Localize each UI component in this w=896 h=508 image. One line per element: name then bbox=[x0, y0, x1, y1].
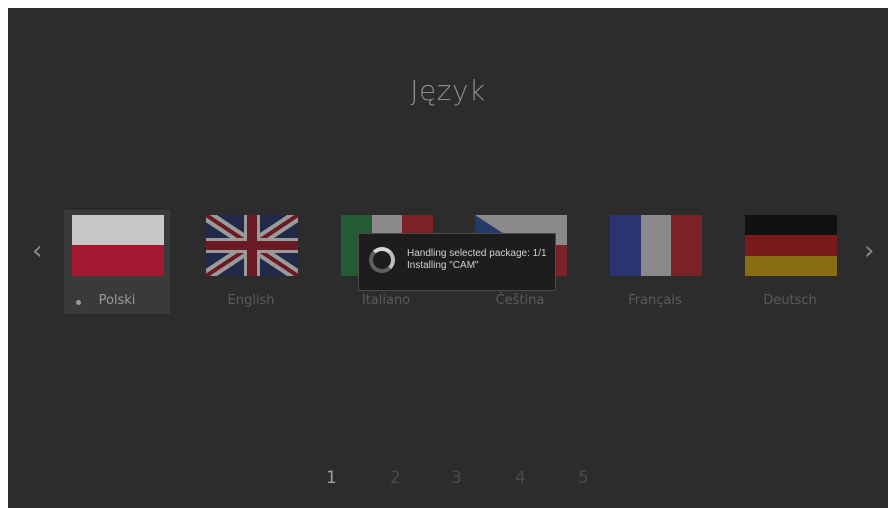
language-label: Deutsch bbox=[763, 293, 817, 308]
language-option-deutsch[interactable]: Deutsch bbox=[737, 210, 843, 314]
united-kingdom-flag-icon bbox=[206, 215, 298, 276]
loading-spinner-icon bbox=[369, 247, 395, 273]
page-title: Język bbox=[410, 74, 486, 107]
dialog-status-line: Handling selected package: 1/1 bbox=[407, 248, 547, 259]
language-label: Français bbox=[628, 293, 682, 308]
france-flag-icon bbox=[610, 215, 702, 276]
germany-flag-icon bbox=[745, 215, 837, 276]
language-option-francais[interactable]: Français bbox=[602, 210, 708, 314]
page-4[interactable]: 4 bbox=[515, 468, 526, 488]
page-2[interactable]: 2 bbox=[390, 468, 401, 488]
chevron-right-icon[interactable]: › bbox=[864, 238, 874, 264]
language-option-english[interactable]: English bbox=[198, 210, 304, 314]
chevron-left-icon[interactable]: ‹ bbox=[32, 238, 42, 264]
page-3[interactable]: 3 bbox=[451, 468, 462, 488]
install-progress-dialog: Handling selected package: 1/1 Installin… bbox=[358, 233, 556, 291]
language-label: Italiano bbox=[361, 293, 411, 308]
language-option-polski[interactable]: Polski bbox=[64, 210, 170, 314]
language-label: Čeština bbox=[495, 293, 545, 308]
page-1[interactable]: 1 bbox=[326, 468, 337, 488]
language-label: Polski bbox=[98, 293, 136, 308]
poland-flag-icon bbox=[72, 215, 164, 276]
pagination: 1 2 3 4 5 bbox=[8, 468, 888, 492]
language-screen: Język ‹ › Polski English Italiano Češtin… bbox=[8, 8, 888, 508]
dialog-detail-line: Installing "CAM" bbox=[407, 260, 479, 271]
language-label: English bbox=[227, 293, 275, 308]
page-5[interactable]: 5 bbox=[578, 468, 589, 488]
